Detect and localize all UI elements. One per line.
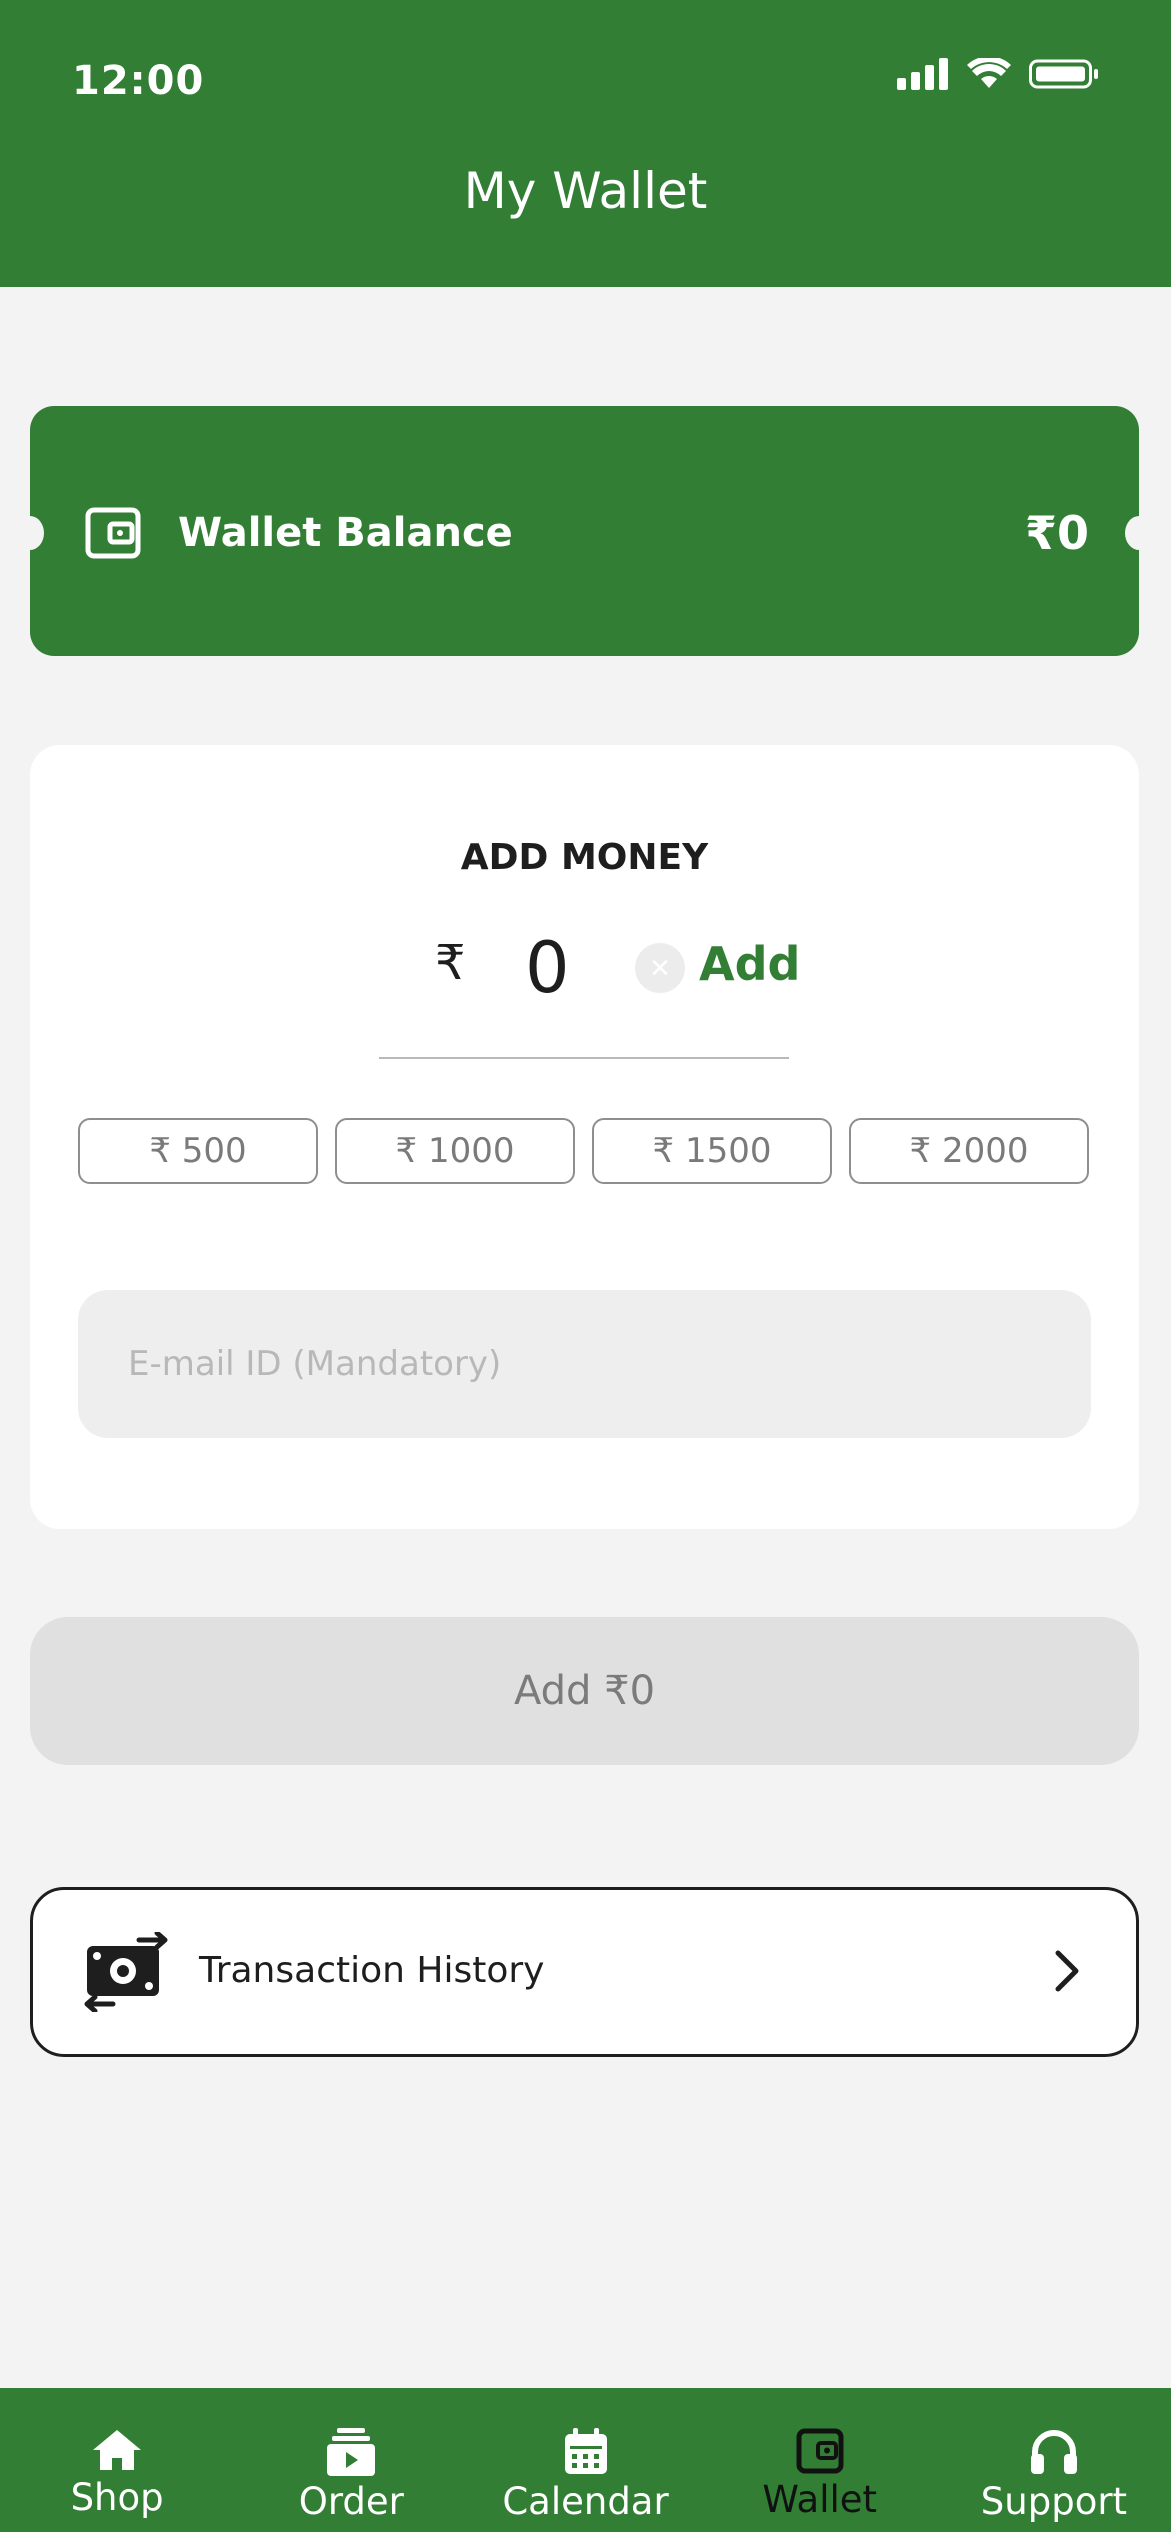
add-money-card: ADD MONEY ₹ 0 ✕ Add ₹ 500 ₹ 1000 ₹ 1500 … <box>30 745 1139 1529</box>
currency-symbol: ₹ <box>435 935 466 991</box>
home-icon <box>93 2430 142 2470</box>
amount-input[interactable]: 0 <box>525 927 570 1009</box>
preset-1500-button[interactable]: ₹ 1500 <box>592 1118 832 1184</box>
balance-label: Wallet Balance <box>178 510 513 556</box>
wallet-balance-card: Wallet Balance ₹0 <box>16 406 1153 656</box>
chevron-right-icon <box>1055 1950 1079 1992</box>
preset-1000-button[interactable]: ₹ 1000 <box>335 1118 575 1184</box>
tab-label: Shop <box>70 2476 164 2519</box>
tab-wallet[interactable]: Wallet <box>703 2388 937 2532</box>
wifi-icon <box>967 58 1011 88</box>
headphones-icon <box>1030 2430 1077 2474</box>
tab-shop[interactable]: Shop <box>0 2388 234 2532</box>
clear-amount-button[interactable]: ✕ <box>635 943 685 993</box>
page-title: My Wallet <box>463 162 708 220</box>
tab-label: Support <box>980 2480 1128 2523</box>
tab-calendar[interactable]: Calendar <box>468 2388 702 2532</box>
preset-amounts: ₹ 500 ₹ 1000 ₹ 1500 ₹ 2000 <box>78 1118 1089 1184</box>
add-money-submit-button[interactable]: Add ₹0 <box>30 1617 1139 1765</box>
transaction-history-row[interactable]: Transaction History <box>30 1887 1139 2057</box>
status-time: 12:00 <box>72 58 205 104</box>
status-icons <box>897 58 1099 90</box>
order-icon <box>327 2428 376 2476</box>
battery-icon <box>1029 59 1098 89</box>
tab-support[interactable]: Support <box>937 2388 1171 2532</box>
tab-label: Order <box>298 2480 404 2523</box>
preset-2000-button[interactable]: ₹ 2000 <box>849 1118 1089 1184</box>
tab-label: Calendar <box>502 2480 669 2523</box>
app-header: 12:00 My Wallet <box>0 0 1171 287</box>
tab-label: Wallet <box>762 2478 878 2521</box>
preset-500-button[interactable]: ₹ 500 <box>78 1118 318 1184</box>
amount-row: ₹ 0 ✕ Add <box>30 927 1139 1015</box>
close-icon: ✕ <box>649 953 671 983</box>
wallet-icon <box>85 507 141 559</box>
transaction-history-label: Transaction History <box>199 1950 545 1991</box>
signal-icon <box>897 58 948 90</box>
card-notch-right <box>1125 516 1153 550</box>
bottom-tab-bar: Shop Order Calendar Wallet Support <box>0 2388 1171 2532</box>
add-money-title: ADD MONEY <box>460 837 709 878</box>
balance-value: ₹0 <box>1024 506 1089 560</box>
calendar-icon <box>564 2428 607 2474</box>
amount-underline <box>379 1057 789 1059</box>
tab-order[interactable]: Order <box>234 2388 468 2532</box>
wallet-icon <box>796 2428 844 2474</box>
money-transfer-icon <box>84 1932 168 2012</box>
email-field[interactable] <box>78 1290 1091 1438</box>
add-amount-link[interactable]: Add <box>699 937 800 991</box>
card-notch-left <box>16 516 44 550</box>
